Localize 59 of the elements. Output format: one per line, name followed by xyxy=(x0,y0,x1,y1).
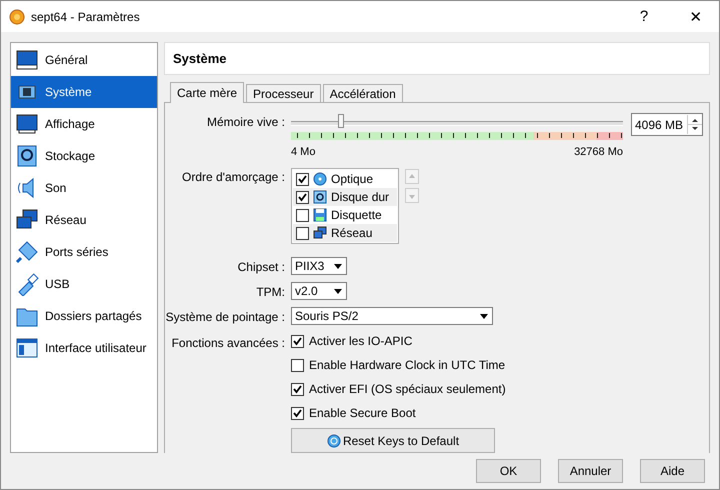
checkbox[interactable] xyxy=(296,190,309,204)
page-title: Système xyxy=(164,42,710,75)
sidebar-item[interactable]: USB xyxy=(11,268,157,300)
min-label: 4 Mo xyxy=(291,146,316,158)
checkbox-label: Activer les IO-APIC xyxy=(309,334,412,348)
checkbox-label: Activer EFI (OS spéciaux seulement) xyxy=(309,382,506,396)
field-label: Mémoire vive : xyxy=(206,114,285,129)
field-label: Fonctions avancées : xyxy=(170,335,285,350)
sidebar-item[interactable]: Affichage xyxy=(11,108,157,140)
pointing-dropdown[interactable]: Souris PS/2 xyxy=(291,307,493,325)
app-icon xyxy=(9,8,25,24)
checkbox[interactable] xyxy=(291,382,304,396)
chipset-dropdown[interactable]: PIIX3 xyxy=(291,257,347,275)
checkbox[interactable] xyxy=(296,172,309,186)
monitor-icon xyxy=(15,48,39,72)
memory-spinbox[interactable]: 4096 MB xyxy=(631,113,703,136)
field-label: Chipset : xyxy=(236,259,285,274)
field-label: Ordre d'amorçage : xyxy=(180,169,285,184)
boot-item[interactable]: Disque dur xyxy=(293,188,397,206)
dialog-button[interactable]: OK xyxy=(476,459,541,483)
floppy-icon xyxy=(313,208,327,222)
sidebar-item[interactable]: Général xyxy=(11,44,157,76)
sidebar-item[interactable]: Ports séries xyxy=(11,236,157,268)
window-title: sept64 - Paramètres xyxy=(31,10,141,24)
disk-icon xyxy=(313,190,327,204)
memory-slider[interactable] xyxy=(291,117,623,129)
checkbox-label: Enable Secure Boot xyxy=(309,406,416,420)
network-icon xyxy=(313,226,327,240)
slider-thumb[interactable] xyxy=(338,114,344,128)
max-label: 32768 Mo xyxy=(574,146,623,158)
checkbox[interactable] xyxy=(296,226,309,240)
tab[interactable]: Processeur xyxy=(246,84,321,103)
field-label: TPM: xyxy=(255,284,285,299)
sidebar-item[interactable]: Stockage xyxy=(11,140,157,172)
checkbox[interactable] xyxy=(291,358,304,372)
reset-keys-button[interactable]: Reset Keys to Default xyxy=(291,428,495,453)
dialog-button[interactable]: Aide xyxy=(640,459,705,483)
sidebar-item[interactable]: Réseau xyxy=(11,204,157,236)
checkbox[interactable] xyxy=(296,208,309,222)
checkbox[interactable] xyxy=(291,334,304,348)
tab[interactable]: Accélération xyxy=(322,84,403,103)
field-label: Système de pointage : xyxy=(165,309,285,324)
tab[interactable]: Carte mère xyxy=(170,82,244,103)
help-button[interactable]: ? xyxy=(621,1,667,32)
boot-item[interactable]: Réseau xyxy=(293,224,397,242)
connector-icon xyxy=(15,240,39,264)
sidebar-item[interactable]: Dossiers partagés xyxy=(11,300,157,332)
up-arrow-icon xyxy=(408,172,416,180)
monitor-icon xyxy=(15,112,39,136)
tpm-dropdown[interactable]: v2.0 xyxy=(291,282,347,300)
disc-icon xyxy=(313,172,327,186)
window-icon xyxy=(15,336,39,360)
checkbox-label: Enable Hardware Clock in UTC Time xyxy=(309,358,506,372)
close-button[interactable]: ✕ xyxy=(673,1,719,32)
sidebar-item[interactable]: Son xyxy=(11,172,157,204)
sidebar-item[interactable]: Système xyxy=(11,76,157,108)
sidebar-item[interactable]: Interface utilisateur xyxy=(11,332,157,364)
checkbox[interactable] xyxy=(291,406,304,420)
dialog-button[interactable]: Annuler xyxy=(558,459,623,483)
